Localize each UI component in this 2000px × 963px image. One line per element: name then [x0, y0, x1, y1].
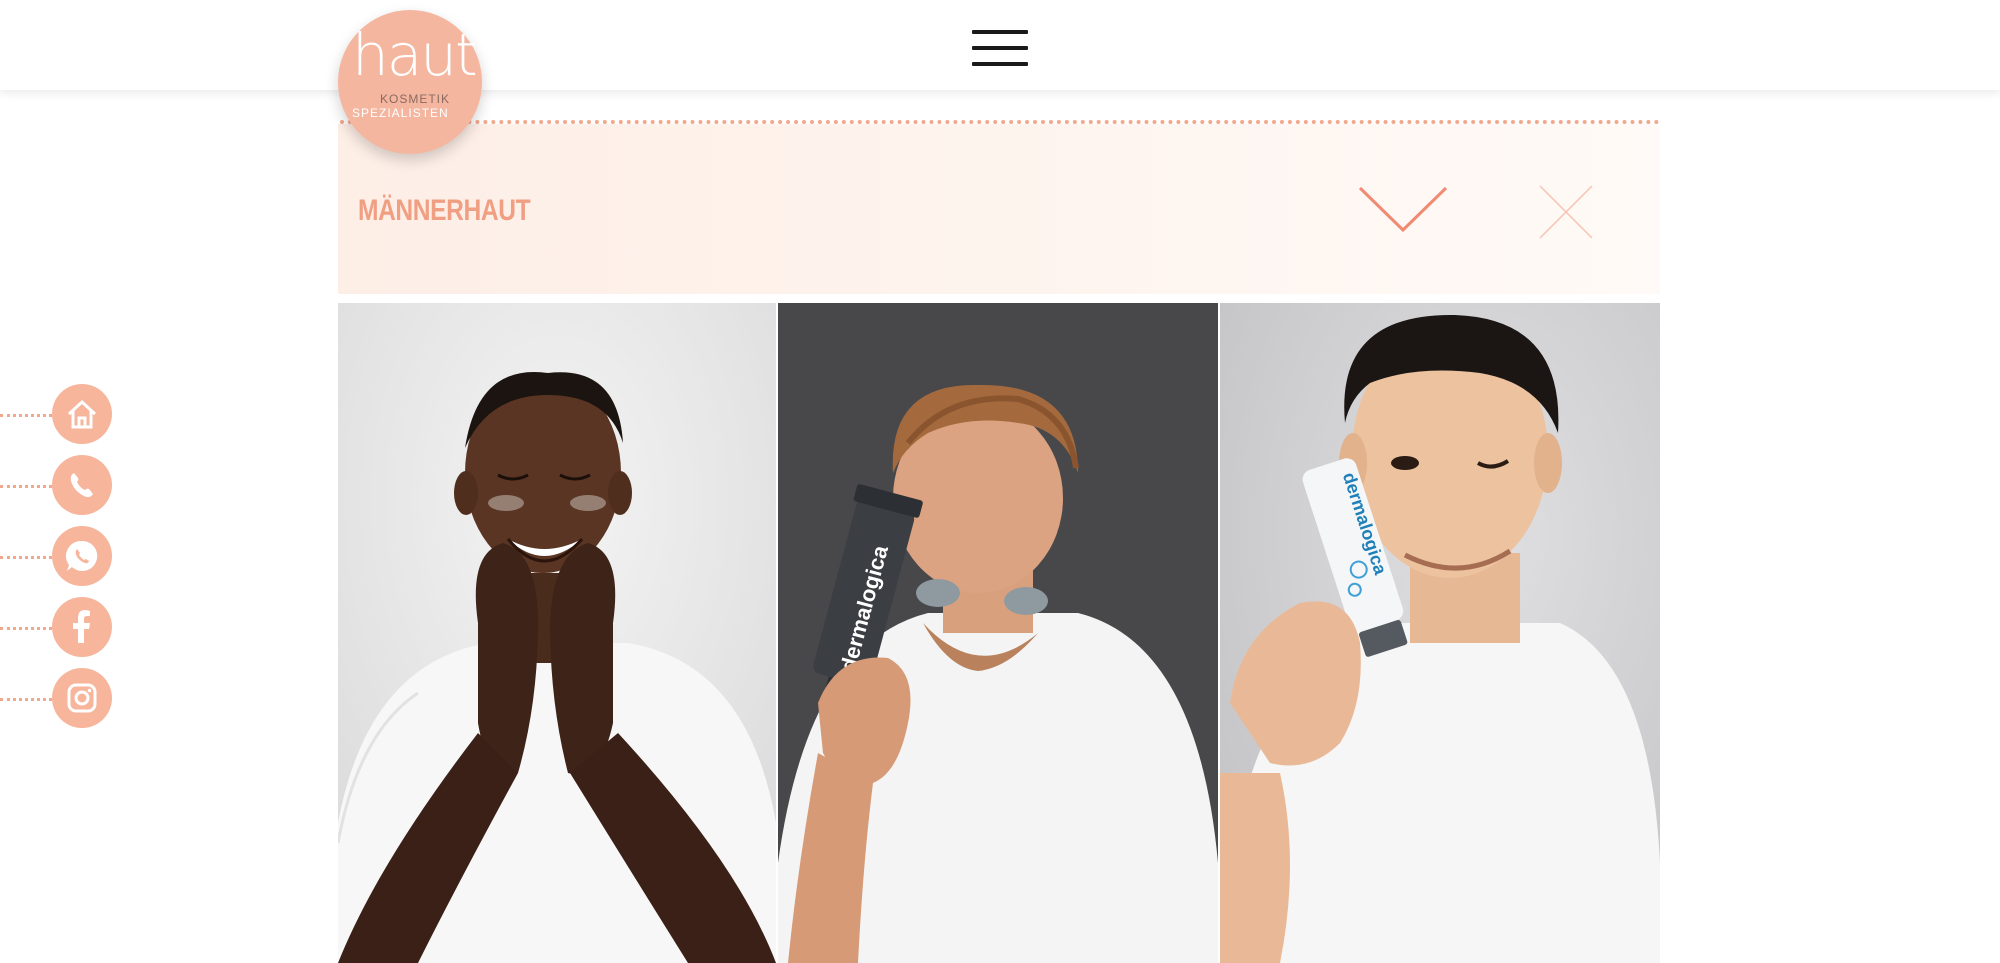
- hamburger-menu-icon[interactable]: [972, 28, 1028, 68]
- dotted-connector: [0, 698, 52, 701]
- facebook-icon[interactable]: [52, 597, 112, 657]
- section-title: MÄNNERHAUT: [358, 194, 531, 227]
- whatsapp-icon[interactable]: [52, 526, 112, 586]
- top-navigation-bar: [0, 0, 2000, 90]
- close-icon[interactable]: [1538, 184, 1594, 240]
- logo-word: haut: [352, 21, 478, 89]
- dotted-connector: [0, 556, 52, 559]
- section-banner: MÄNNERHAUT: [338, 124, 1660, 294]
- dotted-connector: [0, 627, 52, 630]
- home-icon[interactable]: [52, 384, 112, 444]
- social-phone[interactable]: [0, 455, 115, 515]
- social-facebook[interactable]: [0, 597, 115, 657]
- logo-line-kosmetik: KOSMETIK: [380, 92, 451, 106]
- haut-logo[interactable]: haut KOSMETIK SPEZIALISTEN: [338, 10, 482, 154]
- logo-line-spezialisten: SPEZIALISTEN: [352, 106, 449, 120]
- chevron-down-icon[interactable]: [1358, 184, 1448, 234]
- man-face-care-photo[interactable]: [338, 303, 776, 963]
- social-instagram[interactable]: [0, 668, 115, 728]
- social-whatsapp[interactable]: [0, 526, 115, 586]
- photo-gallery: dermalogica dermalogica: [338, 303, 1660, 963]
- instagram-icon[interactable]: [52, 668, 112, 728]
- dotted-connector: [0, 414, 52, 417]
- social-home[interactable]: [0, 384, 115, 444]
- phone-icon[interactable]: [52, 455, 112, 515]
- man-with-dermalogica-cleanser-photo[interactable]: dermalogica: [778, 303, 1218, 963]
- man-with-dermalogica-cream-photo[interactable]: dermalogica: [1220, 303, 1660, 963]
- dotted-connector: [0, 485, 52, 488]
